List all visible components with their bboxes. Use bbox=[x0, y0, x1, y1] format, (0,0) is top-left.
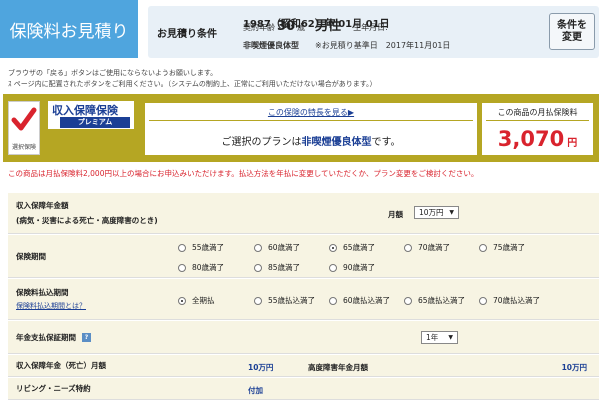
living-label: リビング・ニーズ特約 bbox=[16, 384, 91, 393]
period-option-55[interactable]: 55歳満了 bbox=[178, 242, 224, 253]
guarantee-row: 年金支払保証期間? 1年 ▼ bbox=[8, 321, 599, 354]
income-row: 収入保障年金額 (病気・災害による死亡・高度障害のとき) 月額 10万円 ▼ bbox=[8, 193, 599, 234]
radio-icon bbox=[178, 243, 186, 252]
pension-value: 10万円 bbox=[248, 363, 274, 372]
base-date: ※お見積り基準日 2017年11月01日 bbox=[315, 41, 451, 50]
period-option-75[interactable]: 75歳満了 bbox=[479, 242, 525, 253]
plan-info: この保険の特長を見る▶ ご選択のプランは非喫煙優良体型です。 bbox=[144, 102, 478, 156]
conditions-summary: 契約年齢 30 歳 男性 生年月日: 1987（昭和62）年 01月 01日 bbox=[243, 15, 392, 34]
body-type: 非喫煙優良体型 bbox=[243, 41, 299, 50]
payment-option-70[interactable]: 70歳払込満了 bbox=[479, 295, 540, 306]
pension-label: 収入保障年金（死亡）月額 bbox=[16, 361, 106, 370]
period-option-85[interactable]: 85歳満了 bbox=[254, 262, 300, 273]
pension-row: 収入保障年金（死亡）月額 高度障害年金月額 10万円 10万円 bbox=[8, 355, 599, 377]
features-link[interactable]: この保険の特長を見る▶ bbox=[145, 107, 477, 118]
monthly-premium: 3,070 円 bbox=[497, 127, 578, 151]
dropdown-arrow-icon: ▼ bbox=[449, 209, 454, 216]
warning-message: この商品は月払保険料2,000円以上の場合にお申込みいただけます。払込方法を年払… bbox=[8, 169, 479, 178]
radio-icon bbox=[178, 263, 186, 272]
divider bbox=[149, 120, 473, 121]
checkmark-icon bbox=[11, 107, 37, 131]
guarantee-select[interactable]: 1年 ▼ bbox=[421, 331, 458, 344]
change-conditions-button[interactable]: 条件を変更 bbox=[549, 13, 595, 50]
payment-option-full[interactable]: 全期払 bbox=[178, 295, 215, 306]
period-option-60[interactable]: 60歳満了 bbox=[254, 242, 300, 253]
price-panel: この商品の月払保険料 3,070 円 bbox=[481, 102, 594, 156]
help-icon[interactable]: ? bbox=[82, 333, 91, 342]
payment-row: 保険料払込期間 保険料払込期間とは？ 全期払 55歳払込満了 60歳払込満了 6… bbox=[8, 279, 599, 320]
period-option-90[interactable]: 90歳満了 bbox=[329, 262, 375, 273]
plan-premium-tag: プレミアム bbox=[60, 117, 130, 128]
monthly-label: 月額 bbox=[388, 210, 403, 219]
radio-icon bbox=[329, 296, 337, 305]
living-row: リビング・ニーズ特約 付加 bbox=[8, 378, 599, 400]
payment-help-link[interactable]: 保険料払込期間とは？ bbox=[16, 301, 174, 311]
price-header: この商品の月払保険料 bbox=[497, 108, 578, 117]
plan-select-checkbox[interactable]: 選択保険 bbox=[8, 101, 40, 155]
plan-description: ご選択のプランは非喫煙優良体型です。 bbox=[221, 137, 401, 148]
monthly-amount-select[interactable]: 10万円 ▼ bbox=[414, 206, 459, 219]
dropdown-arrow-icon: ▼ bbox=[448, 334, 453, 341]
plan-badge: 収入保障保険 プレミアム bbox=[48, 101, 134, 129]
conditions-label: お見積り条件 bbox=[157, 29, 217, 40]
radio-icon bbox=[329, 263, 337, 272]
divider bbox=[486, 120, 589, 121]
guarantee-label: 年金支払保証期間 bbox=[16, 332, 76, 342]
disability-label: 高度障害年金月額 bbox=[308, 363, 368, 372]
radio-icon bbox=[254, 243, 262, 252]
period-option-80[interactable]: 80歳満了 bbox=[178, 262, 224, 273]
radio-selected-icon bbox=[178, 296, 186, 305]
period-option-65[interactable]: 65歳満了 bbox=[329, 242, 375, 253]
page-title: 保険料お見積り bbox=[0, 0, 138, 58]
radio-icon bbox=[254, 296, 262, 305]
plan-name: 収入保障保険 bbox=[52, 104, 118, 117]
radio-icon bbox=[479, 243, 487, 252]
period-row: 保険期間 55歳満了 60歳満了 65歳満了 70歳満了 75歳満了 80歳満了… bbox=[8, 235, 599, 278]
living-value: 付加 bbox=[248, 386, 263, 395]
birth-value: 1987（昭和62）年 01月 01日 bbox=[243, 19, 390, 30]
income-sublabel: (病気・災害による死亡・高度障害のとき) bbox=[16, 216, 158, 225]
period-label: 保険期間 bbox=[16, 251, 46, 261]
payment-option-65[interactable]: 65歳払込満了 bbox=[404, 295, 465, 306]
income-label: 収入保障年金額 bbox=[16, 201, 69, 210]
payment-option-55[interactable]: 55歳払込満了 bbox=[254, 295, 315, 306]
radio-icon bbox=[254, 263, 262, 272]
conditions-detail: 非喫煙優良体型 ※お見積り基準日 2017年11月01日 bbox=[243, 40, 450, 51]
button-note: ｽ ページ内に配置されたボタンをご利用ください。（システムの制約上、正常にご利用… bbox=[8, 80, 377, 88]
payment-label: 保険料払込期間 bbox=[16, 288, 69, 297]
plan-check-label: 選択保険 bbox=[11, 144, 36, 151]
radio-selected-icon bbox=[329, 243, 337, 252]
disability-value: 10万円 bbox=[561, 363, 587, 372]
period-option-70[interactable]: 70歳満了 bbox=[404, 242, 450, 253]
radio-icon bbox=[479, 296, 487, 305]
browser-note: ブラウザの「戻る」ボタンはご使用にならないようお願いします。 bbox=[8, 69, 218, 77]
payment-option-60[interactable]: 60歳払込満了 bbox=[329, 295, 390, 306]
radio-icon bbox=[404, 243, 412, 252]
radio-icon bbox=[404, 296, 412, 305]
